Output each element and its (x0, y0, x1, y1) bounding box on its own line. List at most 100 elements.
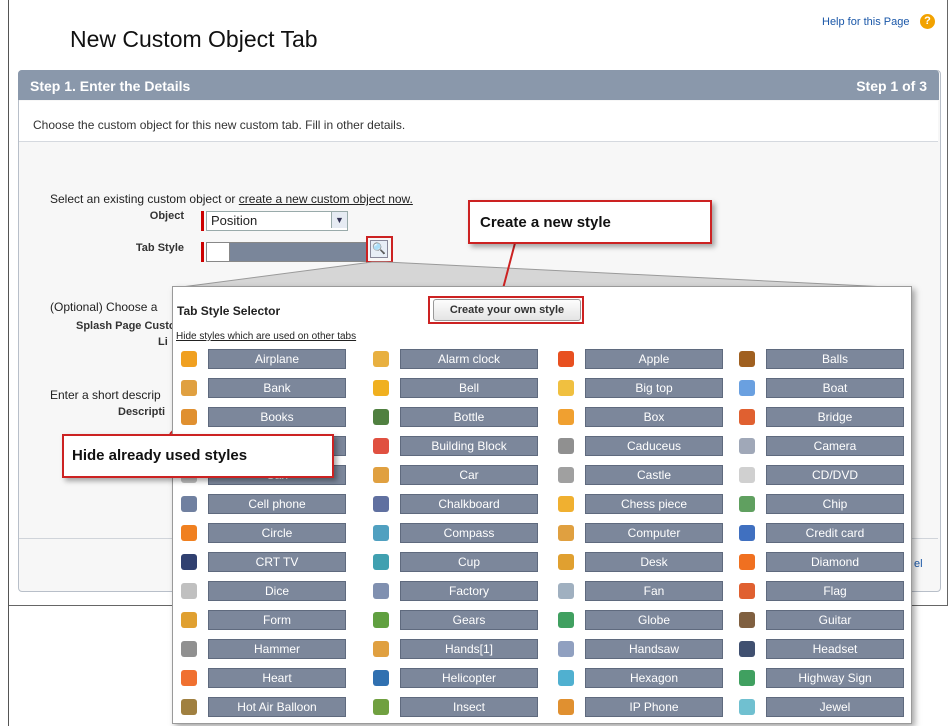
style-option-label[interactable]: Chess piece (585, 494, 723, 514)
style-option[interactable]: Fan (558, 581, 724, 601)
style-option[interactable]: Castle (558, 465, 724, 485)
style-option-label[interactable]: Apple (585, 349, 723, 369)
chevron-down-icon[interactable]: ▼ (331, 212, 347, 228)
style-option-label[interactable]: Diamond (766, 552, 904, 572)
style-option[interactable]: Form (181, 610, 347, 630)
style-option-label[interactable]: Hands[1] (400, 639, 538, 659)
style-option[interactable]: Chip (739, 494, 905, 514)
style-option[interactable]: Handsaw (558, 639, 724, 659)
style-option-label[interactable]: Guitar (766, 610, 904, 630)
style-option[interactable]: Hot Air Balloon (181, 697, 347, 717)
style-option-label[interactable]: Handsaw (585, 639, 723, 659)
style-option-label[interactable]: Bottle (400, 407, 538, 427)
style-option[interactable]: Big top (558, 378, 724, 398)
style-option[interactable]: Books (181, 407, 347, 427)
style-option[interactable]: Guitar (739, 610, 905, 630)
style-option[interactable]: Hands[1] (373, 639, 539, 659)
tab-style-field[interactable] (206, 242, 368, 262)
style-option-label[interactable]: Big top (585, 378, 723, 398)
style-option-label[interactable]: Bridge (766, 407, 904, 427)
style-option[interactable]: Bridge (739, 407, 905, 427)
style-option[interactable]: Computer (558, 523, 724, 543)
style-option-label[interactable]: Heart (208, 668, 346, 688)
style-option-label[interactable]: Car (400, 465, 538, 485)
style-option[interactable]: Flag (739, 581, 905, 601)
style-option[interactable]: Insect (373, 697, 539, 717)
style-option-label[interactable]: Factory (400, 581, 538, 601)
style-option-label[interactable]: CRT TV (208, 552, 346, 572)
style-option-label[interactable]: Helicopter (400, 668, 538, 688)
style-option-label[interactable]: Gears (400, 610, 538, 630)
style-option[interactable]: Compass (373, 523, 539, 543)
object-select[interactable]: Position ▼ (206, 211, 348, 231)
style-option[interactable]: Credit card (739, 523, 905, 543)
style-option-label[interactable]: Jewel (766, 697, 904, 717)
style-option-label[interactable]: Insect (400, 697, 538, 717)
style-option-label[interactable]: Globe (585, 610, 723, 630)
style-option[interactable]: Hexagon (558, 668, 724, 688)
style-option-label[interactable]: Balls (766, 349, 904, 369)
style-option-label[interactable]: Headset (766, 639, 904, 659)
style-option[interactable]: Heart (181, 668, 347, 688)
style-option-label[interactable]: Alarm clock (400, 349, 538, 369)
cancel-link[interactable]: el (914, 558, 923, 570)
hide-used-styles-link[interactable]: Hide styles which are used on other tabs (176, 331, 356, 342)
style-option-label[interactable]: Chalkboard (400, 494, 538, 514)
style-option[interactable]: Boat (739, 378, 905, 398)
style-option[interactable]: Circle (181, 523, 347, 543)
style-option[interactable]: Globe (558, 610, 724, 630)
style-option-label[interactable]: Flag (766, 581, 904, 601)
style-option-label[interactable]: CD/DVD (766, 465, 904, 485)
style-option-label[interactable]: Bank (208, 378, 346, 398)
create-object-link[interactable]: create a new custom object now. (239, 192, 413, 206)
style-option[interactable]: Diamond (739, 552, 905, 572)
style-option-label[interactable]: Desk (585, 552, 723, 572)
style-option-label[interactable]: Hammer (208, 639, 346, 659)
style-option[interactable]: Jewel (739, 697, 905, 717)
style-option-label[interactable]: Castle (585, 465, 723, 485)
style-option[interactable]: Chess piece (558, 494, 724, 514)
style-option-label[interactable]: Bell (400, 378, 538, 398)
style-option[interactable]: Bank (181, 378, 347, 398)
style-option-label[interactable]: Airplane (208, 349, 346, 369)
style-option[interactable]: Factory (373, 581, 539, 601)
style-option[interactable]: Alarm clock (373, 349, 539, 369)
style-option-label[interactable]: Hot Air Balloon (208, 697, 346, 717)
style-option[interactable]: CRT TV (181, 552, 347, 572)
help-icon[interactable]: ? (920, 14, 935, 29)
style-option[interactable]: Highway Sign (739, 668, 905, 688)
style-option-label[interactable]: Credit card (766, 523, 904, 543)
style-option[interactable]: Chalkboard (373, 494, 539, 514)
style-option-label[interactable]: Building Block (400, 436, 538, 456)
style-option-label[interactable]: Boat (766, 378, 904, 398)
style-option[interactable]: IP Phone (558, 697, 724, 717)
style-option[interactable]: Car (373, 465, 539, 485)
style-option[interactable]: Apple (558, 349, 724, 369)
style-option-label[interactable]: Compass (400, 523, 538, 543)
style-option[interactable]: Box (558, 407, 724, 427)
style-option-label[interactable]: Chip (766, 494, 904, 514)
style-option-label[interactable]: Computer (585, 523, 723, 543)
style-option[interactable]: Bottle (373, 407, 539, 427)
style-option-label[interactable]: Highway Sign (766, 668, 904, 688)
style-option-label[interactable]: Dice (208, 581, 346, 601)
style-option[interactable]: Bell (373, 378, 539, 398)
style-option-label[interactable]: Cell phone (208, 494, 346, 514)
style-option-label[interactable]: Box (585, 407, 723, 427)
style-option[interactable]: Caduceus (558, 436, 724, 456)
style-option[interactable]: Desk (558, 552, 724, 572)
style-option[interactable]: Cup (373, 552, 539, 572)
style-option[interactable]: Airplane (181, 349, 347, 369)
style-option[interactable]: Headset (739, 639, 905, 659)
style-option-label[interactable]: Fan (585, 581, 723, 601)
style-option-label[interactable]: Books (208, 407, 346, 427)
help-link[interactable]: Help for this Page (822, 16, 909, 28)
style-option-label[interactable]: Form (208, 610, 346, 630)
style-option-label[interactable]: Caduceus (585, 436, 723, 456)
style-option-label[interactable]: Cup (400, 552, 538, 572)
style-option[interactable]: Building Block (373, 436, 539, 456)
style-option[interactable]: Balls (739, 349, 905, 369)
style-option[interactable]: Hammer (181, 639, 347, 659)
style-option[interactable]: Dice (181, 581, 347, 601)
style-option-label[interactable]: Hexagon (585, 668, 723, 688)
